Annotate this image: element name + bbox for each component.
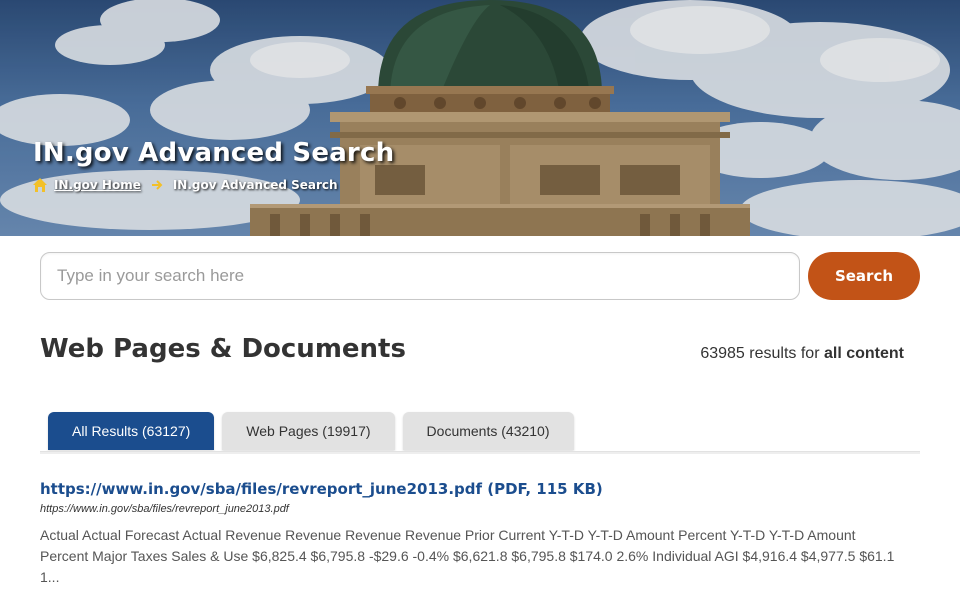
search-result: https://www.in.gov/sba/files/revreport_j… — [40, 480, 900, 588]
results-count-text: results for — [749, 345, 820, 362]
page-title: IN.gov Advanced Search — [33, 138, 395, 168]
result-snippet: Actual Actual Forecast Actual Revenue Re… — [40, 527, 895, 585]
breadcrumb-home-link[interactable]: IN.gov Home — [54, 178, 141, 192]
hero-banner: IN.gov Advanced Search IN.gov Home IN.go… — [0, 0, 960, 236]
search-input[interactable] — [40, 252, 800, 300]
breadcrumb-current: IN.gov Advanced Search — [172, 178, 338, 192]
tab-all-results[interactable]: All Results (63127) — [48, 412, 215, 450]
result-url: https://www.in.gov/sba/files/revreport_j… — [40, 503, 289, 515]
results-scope: all content — [823, 345, 904, 362]
search-button[interactable]: Search — [808, 252, 920, 300]
result-title-link[interactable]: https://www.in.gov/sba/files/revreport_j… — [40, 480, 900, 498]
results-heading: Web Pages & Documents — [40, 334, 406, 364]
tab-documents[interactable]: Documents (43210) — [402, 412, 574, 450]
tabs-divider — [40, 451, 920, 454]
result-tabs: All Results (63127) Web Pages (19917) Do… — [48, 412, 574, 450]
results-count: 63985 results for all content — [700, 345, 904, 363]
breadcrumb: IN.gov Home IN.gov Advanced Search — [32, 177, 338, 193]
capitol-dome-photo — [0, 0, 960, 236]
results-count-number: 63985 — [700, 345, 745, 362]
home-icon — [32, 177, 48, 193]
arrow-right-icon — [151, 179, 163, 191]
tab-web-pages[interactable]: Web Pages (19917) — [222, 412, 395, 450]
